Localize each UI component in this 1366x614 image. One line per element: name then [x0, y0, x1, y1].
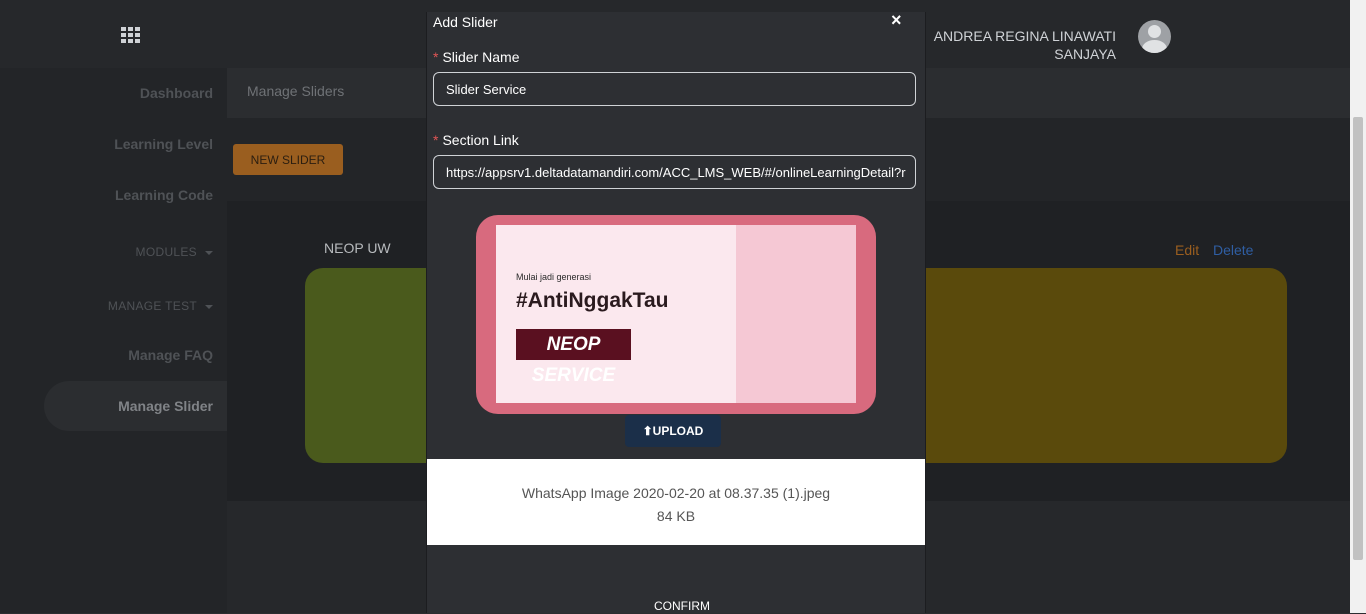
- sidebar: Dashboard Learning Level Learning Code M…: [0, 68, 227, 613]
- scrollbar-thumb[interactable]: [1353, 117, 1363, 560]
- sidebar-item-learning-level[interactable]: Learning Level: [114, 136, 213, 152]
- sidebar-item-dashboard[interactable]: Dashboard: [140, 85, 213, 101]
- slider-banner-right: [922, 268, 1287, 463]
- slider-name-input[interactable]: Slider Service: [433, 72, 916, 106]
- add-slider-modal: Add Slider × * Slider Name Slider Service…: [426, 10, 926, 614]
- confirm-button[interactable]: CONFIRM: [648, 598, 716, 614]
- avatar[interactable]: [1138, 20, 1171, 53]
- close-icon[interactable]: ×: [891, 10, 902, 31]
- sidebar-item-manage-slider[interactable]: Manage Slider: [118, 398, 213, 414]
- file-name: WhatsApp Image 2020-02-20 at 08.37.35 (1…: [521, 485, 831, 501]
- preview-small-text: Mulai jadi generasi: [516, 272, 592, 282]
- image-preview: Mulai jadi generasi #AntiNggakTau NEOP S…: [476, 215, 876, 414]
- file-info-box: WhatsApp Image 2020-02-20 at 08.37.35 (1…: [427, 459, 925, 545]
- modal-title: Add Slider: [433, 14, 498, 30]
- sidebar-item-modules-label: MODULES: [135, 245, 197, 259]
- file-size: 84 KB: [656, 508, 696, 524]
- sidebar-item-learning-code[interactable]: Learning Code: [115, 187, 213, 203]
- user-name: ANDREA REGINA LINAWATI SANJAYA: [934, 27, 1116, 63]
- sidebar-item-modules[interactable]: MODULES: [136, 245, 213, 259]
- breadcrumb: Manage Sliders: [247, 83, 345, 99]
- preview-badge: NEOP SERVICE: [516, 329, 631, 386]
- preview-banner: Mulai jadi generasi #AntiNggakTau NEOP S…: [496, 225, 856, 403]
- caret-down-icon: [205, 250, 213, 255]
- sidebar-item-manage-faq[interactable]: Manage FAQ: [128, 347, 213, 363]
- slider-banner-left: [305, 268, 430, 463]
- scrollbar[interactable]: [1350, 0, 1366, 613]
- preview-hashtag: #AntiNggakTau: [516, 289, 669, 312]
- new-slider-button[interactable]: NEW SLIDER: [233, 144, 343, 175]
- delete-link[interactable]: Delete: [1213, 242, 1253, 258]
- section-link-label-text: Section Link: [442, 132, 519, 148]
- section-link-input[interactable]: https://appsrv1.deltadatamandiri.com/ACC…: [433, 155, 916, 189]
- upload-button[interactable]: ⬆UPLOAD: [625, 415, 721, 447]
- user-name-line1: ANDREA REGINA LINAWATI: [933, 28, 1116, 44]
- required-mark: *: [433, 132, 439, 148]
- slider-name-label-text: Slider Name: [442, 49, 520, 65]
- section-link-label: * Section Link: [433, 132, 519, 148]
- sidebar-item-manage-test[interactable]: MANAGE TEST: [108, 299, 213, 313]
- apps-grid-icon[interactable]: [121, 27, 140, 43]
- sidebar-item-manage-test-label: MANAGE TEST: [107, 299, 197, 313]
- required-mark: *: [433, 49, 439, 65]
- slider-title: NEOP UW: [324, 240, 391, 256]
- slider-name-label: * Slider Name: [433, 49, 519, 65]
- user-name-line2: SANJAYA: [1054, 46, 1116, 62]
- caret-down-icon: [205, 304, 213, 309]
- edit-link[interactable]: Edit: [1175, 242, 1199, 258]
